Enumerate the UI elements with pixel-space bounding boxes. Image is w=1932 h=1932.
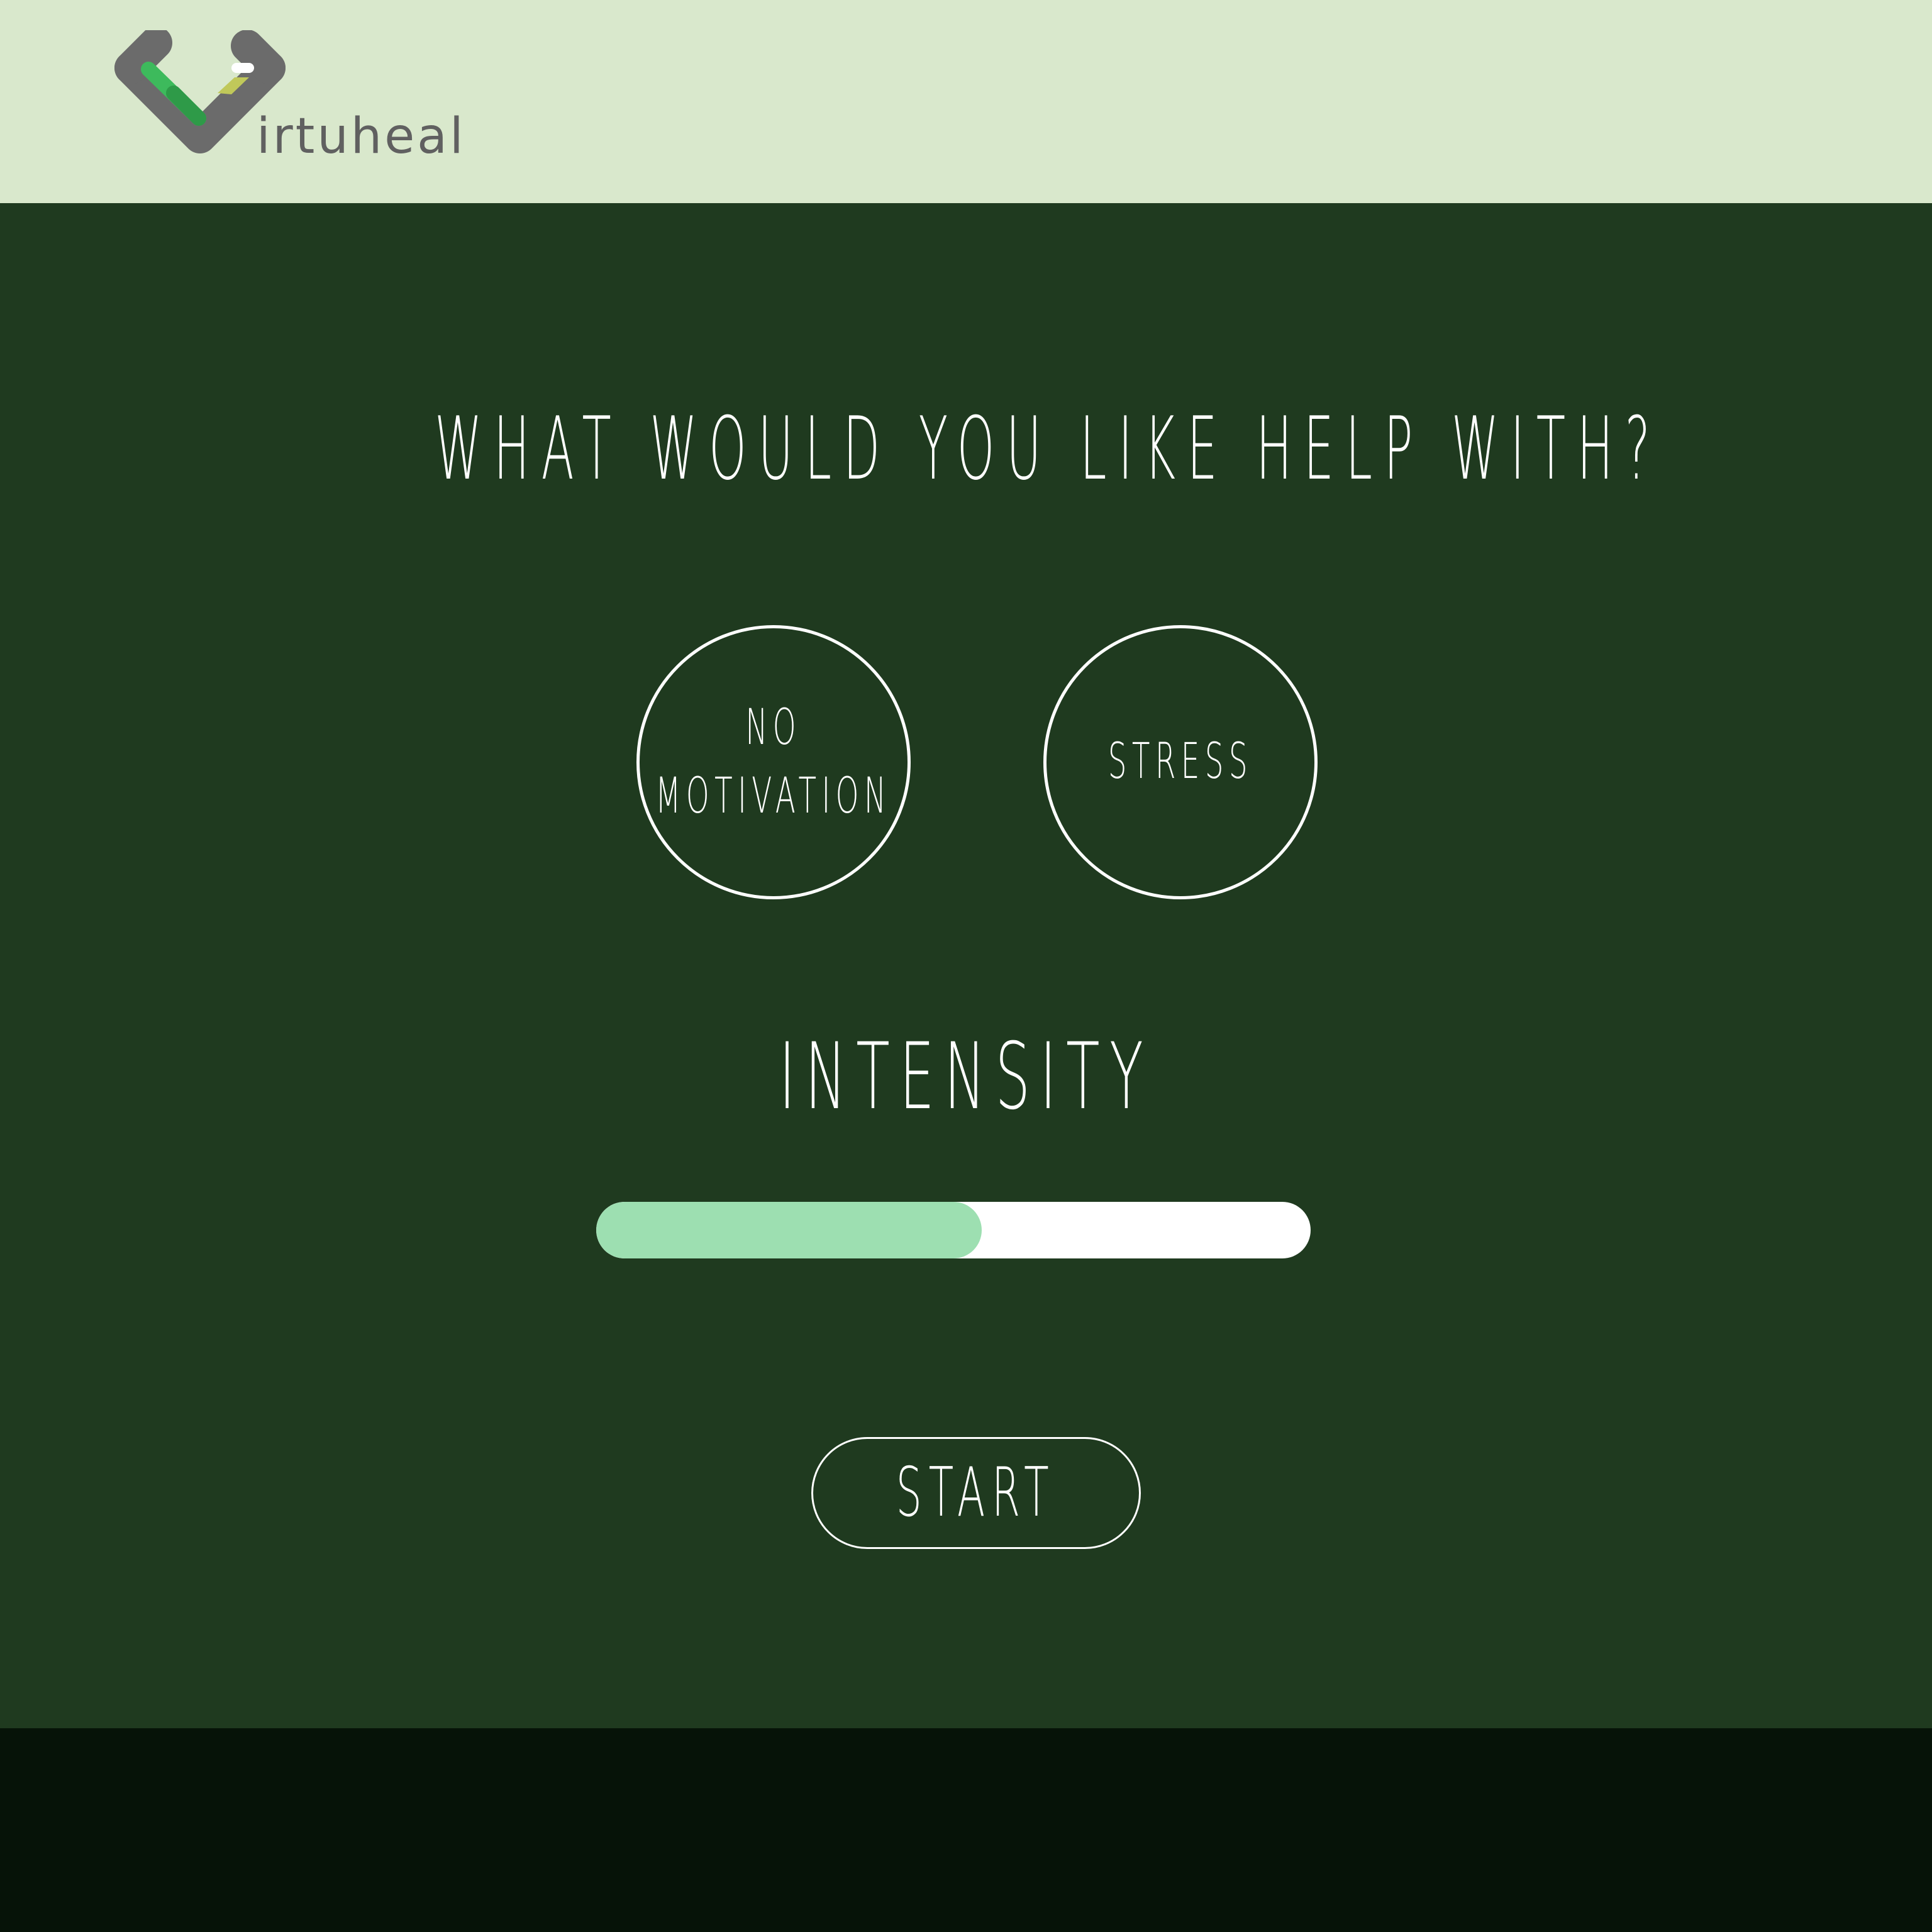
- intensity-slider-fill: [596, 1202, 982, 1258]
- brand-name: irtuheal: [257, 108, 466, 165]
- option-stress[interactable]: STRESS: [1043, 625, 1318, 899]
- start-button[interactable]: START: [811, 1437, 1141, 1549]
- header: irtuheal: [0, 0, 1932, 203]
- intensity-slider[interactable]: [596, 1202, 1311, 1258]
- footer: [0, 1728, 1932, 1932]
- page-title: WHAT WOULD YOU LIKE HELP WITH?: [435, 398, 1662, 499]
- option-no-motivation[interactable]: NO MOTIVATION: [636, 625, 911, 899]
- page: irtuheal WHAT WOULD YOU LIKE HELP WITH? …: [0, 0, 1932, 1932]
- start-button-label: START: [896, 1453, 1056, 1532]
- main-panel: WHAT WOULD YOU LIKE HELP WITH? NO MOTIVA…: [0, 203, 1932, 1728]
- option-label: STRESS: [1108, 733, 1253, 791]
- brand-logo[interactable]: irtuheal: [106, 30, 470, 169]
- option-label: NO MOTIVATION: [655, 699, 892, 824]
- intensity-label: INTENSITY: [779, 1023, 1153, 1130]
